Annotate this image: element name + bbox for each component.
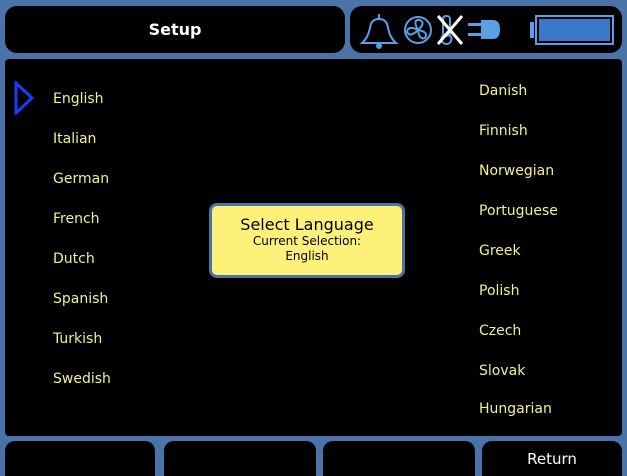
- selection-arrow-icon: [14, 81, 35, 115]
- fan-icon: [404, 16, 432, 44]
- language-option-slovak[interactable]: Slovak: [479, 363, 525, 379]
- power-plug-icon: [468, 20, 500, 39]
- current-selection-value: English: [285, 249, 329, 263]
- language-option-czech[interactable]: Czech: [479, 323, 521, 339]
- language-option-turkish[interactable]: Turkish: [53, 331, 102, 347]
- no-thermometer-icon: [436, 15, 464, 45]
- language-option-spanish[interactable]: Spanish: [53, 291, 108, 307]
- language-option-danish[interactable]: Danish: [479, 83, 527, 99]
- softkey-2[interactable]: [164, 441, 316, 476]
- softkey-1[interactable]: [5, 441, 155, 476]
- language-option-polish[interactable]: Polish: [479, 283, 519, 299]
- return-button[interactable]: Return: [482, 441, 622, 476]
- language-option-english[interactable]: English: [53, 91, 104, 107]
- language-option-swedish[interactable]: Swedish: [53, 371, 111, 387]
- dialog-subtitle: Current Selection:: [252, 234, 362, 248]
- language-option-finnish[interactable]: Finnish: [479, 123, 528, 139]
- language-option-dutch[interactable]: Dutch: [53, 251, 95, 267]
- title-bar: Setup: [5, 6, 345, 53]
- battery-icon: [530, 15, 614, 45]
- status-icons: [359, 14, 614, 49]
- softkey-3[interactable]: [323, 441, 475, 476]
- select-language-dialog: Select Language Current Selection: Engli…: [209, 203, 405, 278]
- status-bar: [350, 6, 622, 53]
- language-option-french[interactable]: French: [53, 211, 100, 227]
- language-option-norwegian[interactable]: Norwegian: [479, 163, 554, 179]
- language-option-italian[interactable]: Italian: [53, 131, 96, 147]
- language-option-hungarian[interactable]: Hungarian: [479, 401, 552, 417]
- language-option-german[interactable]: German: [53, 171, 109, 187]
- language-option-greek[interactable]: Greek: [479, 243, 521, 259]
- bell-icon: [359, 14, 399, 49]
- page-title: Setup: [148, 20, 202, 39]
- dialog-title: Select Language: [240, 215, 374, 234]
- language-option-portuguese[interactable]: Portuguese: [479, 203, 558, 219]
